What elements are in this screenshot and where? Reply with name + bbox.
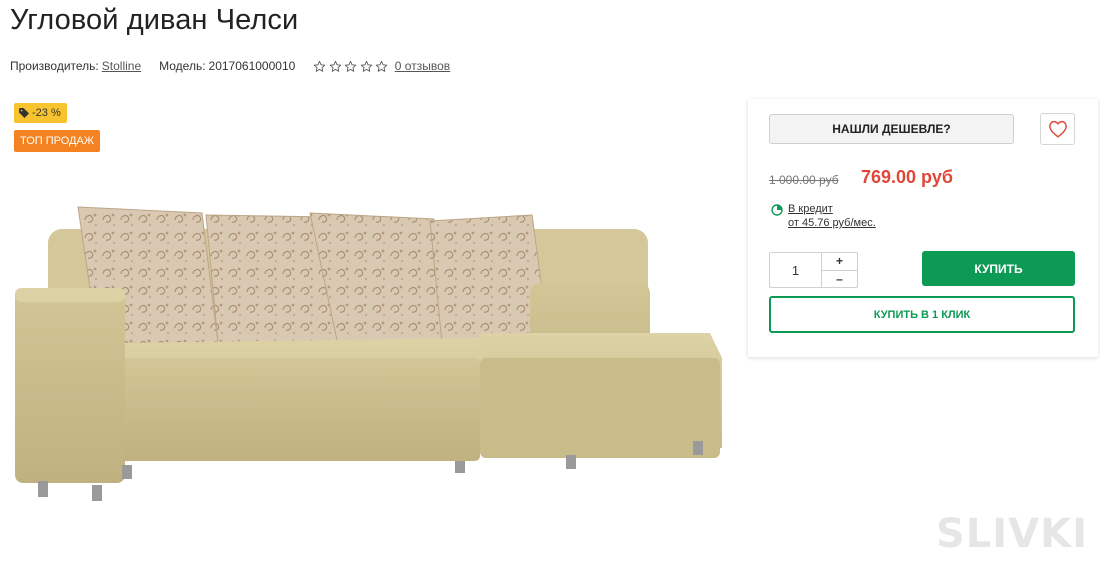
watermark: SLIVKI: [935, 511, 1088, 557]
product-meta: Производитель: Stolline Модель: 20170610…: [10, 59, 450, 73]
reviews-link[interactable]: 0 отзывов: [395, 59, 450, 73]
credit-label[interactable]: В кредит: [788, 203, 876, 215]
quantity-input[interactable]: 1: [770, 253, 822, 287]
star-icon[interactable]: [344, 60, 357, 73]
buy-one-click-button[interactable]: КУПИТЬ В 1 КЛИК: [769, 296, 1075, 333]
model-value: 2017061000010: [208, 59, 296, 73]
heart-icon: [1048, 120, 1067, 138]
quantity-decrease-button[interactable]: –: [822, 271, 857, 288]
star-icon[interactable]: [360, 60, 373, 73]
current-price: 769.00 руб: [861, 167, 953, 187]
product-gallery[interactable]: -23 % ТОП ПРОДАЖ: [10, 98, 735, 563]
quantity-stepper[interactable]: 1 + –: [769, 252, 858, 288]
star-icon[interactable]: [313, 60, 326, 73]
old-price: 1 000.00 руб: [769, 173, 839, 187]
manufacturer-label: Производитель:: [10, 59, 99, 73]
star-icon[interactable]: [375, 60, 388, 73]
top-sales-badge: ТОП ПРОДАЖ: [14, 130, 101, 152]
pie-chart-icon: [771, 204, 783, 216]
page-title: Угловой диван Челси: [10, 4, 299, 36]
discount-badge: -23 %: [14, 103, 67, 123]
rating-stars[interactable]: [313, 60, 391, 73]
model-label: Модель:: [159, 59, 206, 73]
product-image[interactable]: [10, 193, 730, 563]
buy-box: НАШЛИ ДЕШЕВЛЕ? 1 000.00 руб 769.00 руб В…: [748, 99, 1098, 357]
found-cheaper-button[interactable]: НАШЛИ ДЕШЕВЛЕ?: [769, 114, 1014, 144]
manufacturer-link[interactable]: Stolline: [102, 59, 141, 73]
tag-icon: [19, 108, 29, 118]
discount-value: -23 %: [32, 107, 61, 119]
buy-button[interactable]: КУПИТЬ: [922, 251, 1075, 286]
credit-monthly[interactable]: от 45.76 руб/мес.: [788, 217, 876, 229]
quantity-increase-button[interactable]: +: [822, 253, 857, 271]
credit-link[interactable]: В кредит от 45.76 руб/мес.: [771, 203, 876, 229]
favorite-button[interactable]: [1040, 113, 1075, 145]
star-icon[interactable]: [329, 60, 342, 73]
